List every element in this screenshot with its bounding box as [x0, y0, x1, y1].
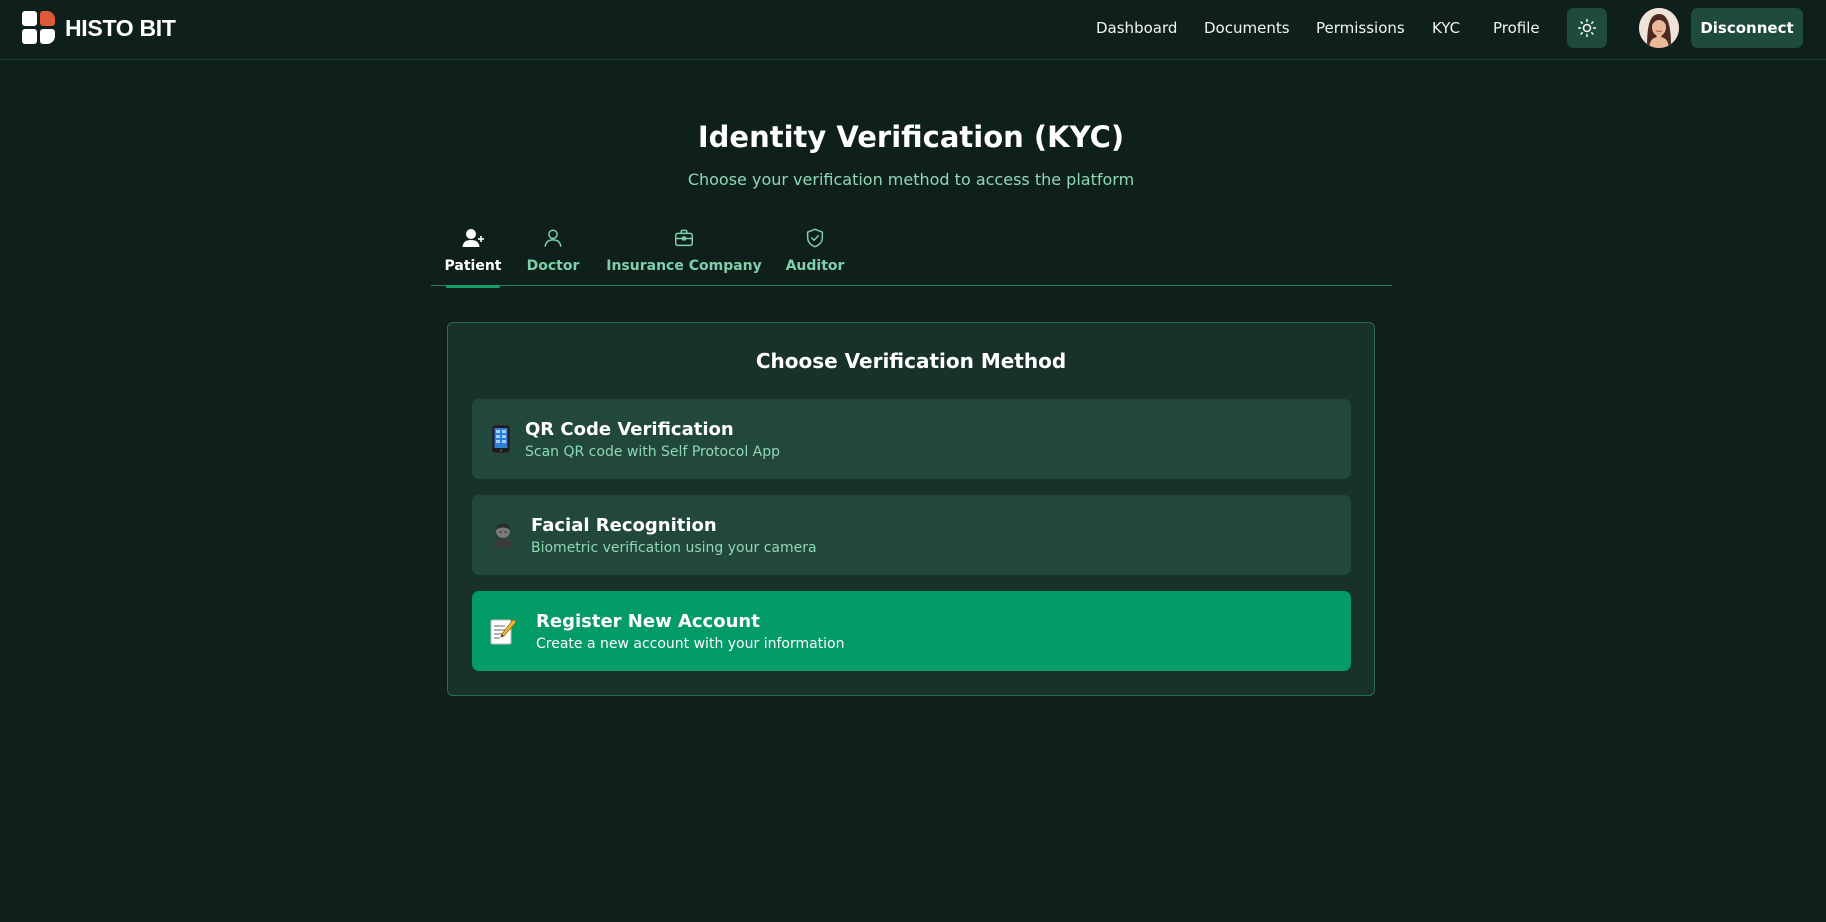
role-tabs: Patient Doctor Insurance Company Auditor — [431, 224, 1392, 288]
memo-icon — [488, 615, 518, 647]
nav-link-profile[interactable]: Profile — [1493, 19, 1540, 37]
option-description: Biometric verification using your camera — [531, 540, 817, 556]
sun-icon — [1577, 18, 1597, 38]
facial-recognition-option[interactable]: Facial Recognition Biometric verificatio… — [472, 495, 1351, 575]
option-description: Scan QR code with Self Protocol App — [525, 444, 781, 460]
card-title: Choose Verification Method — [755, 349, 1067, 373]
page-title: Identity Verification (KYC) — [697, 120, 1125, 154]
logo-icon — [22, 11, 56, 45]
qr-code-verification-option[interactable]: QR Code Verification Scan QR code with S… — [472, 399, 1351, 479]
register-new-account-option[interactable]: Register New Account Create a new accoun… — [472, 591, 1351, 671]
nav-link-dashboard[interactable]: Dashboard — [1096, 19, 1177, 37]
tab-label-patient: Patient — [444, 258, 502, 274]
brand-name: HISTO BIT — [65, 14, 176, 41]
user-icon — [542, 226, 564, 250]
user-avatar[interactable] — [1639, 8, 1679, 48]
top-navbar: HISTO BIT Dashboard Documents Permission… — [0, 0, 1826, 60]
active-tab-indicator — [446, 285, 500, 288]
option-title: Facial Recognition — [531, 515, 717, 536]
option-title: QR Code Verification — [525, 419, 734, 440]
brand-logo[interactable]: HISTO BIT — [22, 11, 176, 45]
tab-label-insurance-company: Insurance Company — [606, 258, 762, 274]
user-plus-icon — [461, 226, 485, 250]
tab-patient[interactable]: Patient — [444, 224, 502, 288]
nav-link-kyc[interactable]: KYC — [1432, 19, 1460, 37]
tab-doctor[interactable]: Doctor — [526, 224, 580, 286]
theme-toggle-button[interactable] — [1567, 8, 1607, 48]
tab-label-doctor: Doctor — [526, 258, 580, 274]
tab-auditor[interactable]: Auditor — [786, 224, 844, 286]
page-subtitle: Choose your verification method to acces… — [687, 170, 1135, 189]
face-scan-icon — [488, 519, 518, 551]
verification-method-card: Choose Verification Method QR Code Verif… — [447, 322, 1375, 696]
tab-label-auditor: Auditor — [785, 258, 845, 274]
mobile-phone-icon — [486, 423, 516, 455]
nav-link-documents[interactable]: Documents — [1204, 19, 1290, 37]
disconnect-button[interactable]: Disconnect — [1691, 8, 1803, 48]
shield-check-icon — [804, 226, 826, 250]
option-description: Create a new account with your informati… — [536, 636, 845, 652]
avatar-image — [1639, 8, 1679, 48]
option-title: Register New Account — [536, 611, 760, 632]
nav-link-permissions[interactable]: Permissions — [1316, 19, 1405, 37]
briefcase-icon — [673, 226, 695, 250]
tab-insurance-company[interactable]: Insurance Company — [606, 224, 762, 286]
